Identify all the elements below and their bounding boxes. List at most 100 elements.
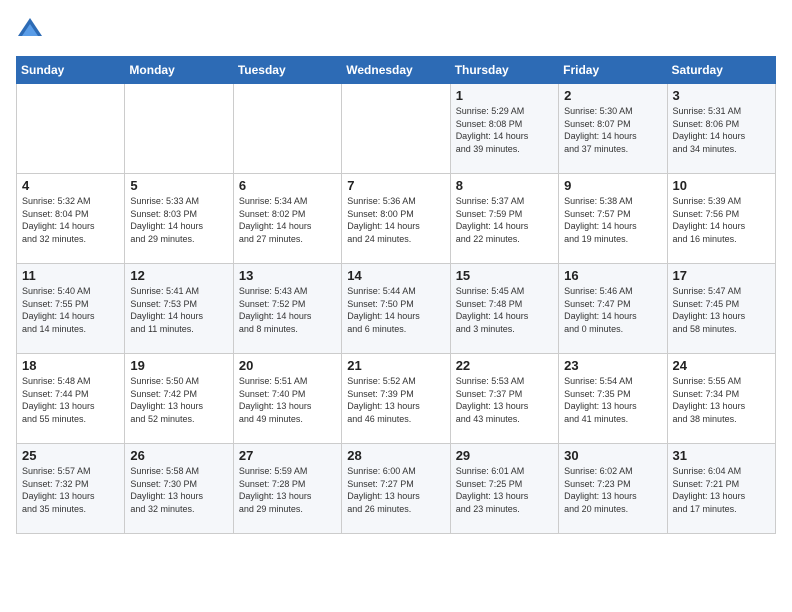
cell-info: Sunrise: 5:47 AM Sunset: 7:45 PM Dayligh… bbox=[673, 285, 770, 335]
calendar-cell: 1 Sunrise: 5:29 AM Sunset: 8:08 PM Daylig… bbox=[450, 84, 558, 174]
day-number: 5 bbox=[130, 178, 227, 193]
calendar-cell: 30Sunrise: 6:02 AM Sunset: 7:23 PM Dayli… bbox=[559, 444, 667, 534]
cell-info: Sunrise: 6:02 AM Sunset: 7:23 PM Dayligh… bbox=[564, 465, 661, 515]
day-number: 4 bbox=[22, 178, 119, 193]
calendar-cell bbox=[233, 84, 341, 174]
calendar-cell: 28 Sunrise: 6:00 AM Sunset: 7:27 PM Dayli… bbox=[342, 444, 450, 534]
day-number: 28 bbox=[347, 448, 444, 463]
cell-info: Sunrise: 5:54 AM Sunset: 7:35 PM Dayligh… bbox=[564, 375, 661, 425]
calendar-cell: 7 Sunrise: 5:36 AM Sunset: 8:00 PM Daylig… bbox=[342, 174, 450, 264]
day-number: 26 bbox=[130, 448, 227, 463]
day-number: 14 bbox=[347, 268, 444, 283]
calendar-cell: 26 Sunrise: 5:58 AM Sunset: 7:30 PM Dayli… bbox=[125, 444, 233, 534]
calendar-cell: 14 Sunrise: 5:44 AM Sunset: 7:50 PM Dayli… bbox=[342, 264, 450, 354]
cell-info: Sunrise: 5:50 AM Sunset: 7:42 PM Dayligh… bbox=[130, 375, 227, 425]
cell-info: Sunrise: 5:37 AM Sunset: 7:59 PM Dayligh… bbox=[456, 195, 553, 245]
weekday-header-monday: Monday bbox=[125, 57, 233, 84]
calendar-cell: 24 Sunrise: 5:55 AM Sunset: 7:34 PM Dayli… bbox=[667, 354, 775, 444]
logo-icon bbox=[16, 16, 44, 44]
cell-info: Sunrise: 5:58 AM Sunset: 7:30 PM Dayligh… bbox=[130, 465, 227, 515]
calendar-cell: 12 Sunrise: 5:41 AM Sunset: 7:53 PM Dayli… bbox=[125, 264, 233, 354]
weekday-header-friday: Friday bbox=[559, 57, 667, 84]
cell-info: Sunrise: 5:57 AM Sunset: 7:32 PM Dayligh… bbox=[22, 465, 119, 515]
calendar-cell: 22 Sunrise: 5:53 AM Sunset: 7:37 PM Dayli… bbox=[450, 354, 558, 444]
calendar-cell: 27 Sunrise: 5:59 AM Sunset: 7:28 PM Dayli… bbox=[233, 444, 341, 534]
day-number: 3 bbox=[673, 88, 770, 103]
day-number: 22 bbox=[456, 358, 553, 373]
day-number: 11 bbox=[22, 268, 119, 283]
calendar-cell: 18 Sunrise: 5:48 AM Sunset: 7:44 PM Dayli… bbox=[17, 354, 125, 444]
calendar-cell: 2 Sunrise: 5:30 AM Sunset: 8:07 PM Daylig… bbox=[559, 84, 667, 174]
calendar-cell: 29Sunrise: 6:01 AM Sunset: 7:25 PM Dayli… bbox=[450, 444, 558, 534]
cell-info: Sunrise: 5:51 AM Sunset: 7:40 PM Dayligh… bbox=[239, 375, 336, 425]
cell-info: Sunrise: 5:45 AM Sunset: 7:48 PM Dayligh… bbox=[456, 285, 553, 335]
calendar-cell: 6Sunrise: 5:34 AM Sunset: 8:02 PM Daylig… bbox=[233, 174, 341, 264]
calendar-cell: 21 Sunrise: 5:52 AM Sunset: 7:39 PM Dayli… bbox=[342, 354, 450, 444]
day-number: 2 bbox=[564, 88, 661, 103]
calendar-cell: 13 Sunrise: 5:43 AM Sunset: 7:52 PM Dayli… bbox=[233, 264, 341, 354]
calendar-cell bbox=[17, 84, 125, 174]
calendar-cell: 19 Sunrise: 5:50 AM Sunset: 7:42 PM Dayli… bbox=[125, 354, 233, 444]
weekday-header-wednesday: Wednesday bbox=[342, 57, 450, 84]
cell-info: Sunrise: 5:44 AM Sunset: 7:50 PM Dayligh… bbox=[347, 285, 444, 335]
day-number: 31 bbox=[673, 448, 770, 463]
calendar-cell bbox=[125, 84, 233, 174]
cell-info: Sunrise: 5:52 AM Sunset: 7:39 PM Dayligh… bbox=[347, 375, 444, 425]
cell-info: Sunrise: 6:04 AM Sunset: 7:21 PM Dayligh… bbox=[673, 465, 770, 515]
day-number: 12 bbox=[130, 268, 227, 283]
cell-info: Sunrise: 5:53 AM Sunset: 7:37 PM Dayligh… bbox=[456, 375, 553, 425]
calendar-cell: 25 Sunrise: 5:57 AM Sunset: 7:32 PM Dayli… bbox=[17, 444, 125, 534]
cell-info: Sunrise: 5:40 AM Sunset: 7:55 PM Dayligh… bbox=[22, 285, 119, 335]
logo bbox=[16, 16, 48, 44]
calendar-cell: 9Sunrise: 5:38 AM Sunset: 7:57 PM Daylig… bbox=[559, 174, 667, 264]
cell-info: Sunrise: 5:31 AM Sunset: 8:06 PM Dayligh… bbox=[673, 105, 770, 155]
cell-info: Sunrise: 5:59 AM Sunset: 7:28 PM Dayligh… bbox=[239, 465, 336, 515]
calendar-cell: 10 Sunrise: 5:39 AM Sunset: 7:56 PM Dayli… bbox=[667, 174, 775, 264]
day-number: 16 bbox=[564, 268, 661, 283]
day-number: 29 bbox=[456, 448, 553, 463]
calendar-cell: 11 Sunrise: 5:40 AM Sunset: 7:55 PM Dayli… bbox=[17, 264, 125, 354]
day-number: 13 bbox=[239, 268, 336, 283]
cell-info: Sunrise: 5:32 AM Sunset: 8:04 PM Dayligh… bbox=[22, 195, 119, 245]
cell-info: Sunrise: 5:46 AM Sunset: 7:47 PM Dayligh… bbox=[564, 285, 661, 335]
day-number: 20 bbox=[239, 358, 336, 373]
calendar-cell: 31 Sunrise: 6:04 AM Sunset: 7:21 PM Dayli… bbox=[667, 444, 775, 534]
cell-info: Sunrise: 5:55 AM Sunset: 7:34 PM Dayligh… bbox=[673, 375, 770, 425]
cell-info: Sunrise: 5:43 AM Sunset: 7:52 PM Dayligh… bbox=[239, 285, 336, 335]
day-number: 24 bbox=[673, 358, 770, 373]
calendar-cell: 4 Sunrise: 5:32 AM Sunset: 8:04 PM Daylig… bbox=[17, 174, 125, 264]
weekday-header-tuesday: Tuesday bbox=[233, 57, 341, 84]
calendar-cell bbox=[342, 84, 450, 174]
day-number: 7 bbox=[347, 178, 444, 193]
day-number: 18 bbox=[22, 358, 119, 373]
day-number: 17 bbox=[673, 268, 770, 283]
day-number: 21 bbox=[347, 358, 444, 373]
calendar-cell: 23 Sunrise: 5:54 AM Sunset: 7:35 PM Dayli… bbox=[559, 354, 667, 444]
calendar-cell: 3 Sunrise: 5:31 AM Sunset: 8:06 PM Daylig… bbox=[667, 84, 775, 174]
weekday-header-thursday: Thursday bbox=[450, 57, 558, 84]
cell-info: Sunrise: 5:36 AM Sunset: 8:00 PM Dayligh… bbox=[347, 195, 444, 245]
cell-info: Sunrise: 5:39 AM Sunset: 7:56 PM Dayligh… bbox=[673, 195, 770, 245]
day-number: 25 bbox=[22, 448, 119, 463]
weekday-header-saturday: Saturday bbox=[667, 57, 775, 84]
day-number: 6 bbox=[239, 178, 336, 193]
weekday-header-sunday: Sunday bbox=[17, 57, 125, 84]
cell-info: Sunrise: 5:29 AM Sunset: 8:08 PM Dayligh… bbox=[456, 105, 553, 155]
cell-info: Sunrise: 5:41 AM Sunset: 7:53 PM Dayligh… bbox=[130, 285, 227, 335]
calendar-cell: 15Sunrise: 5:45 AM Sunset: 7:48 PM Dayli… bbox=[450, 264, 558, 354]
day-number: 27 bbox=[239, 448, 336, 463]
day-number: 1 bbox=[456, 88, 553, 103]
cell-info: Sunrise: 5:30 AM Sunset: 8:07 PM Dayligh… bbox=[564, 105, 661, 155]
day-number: 23 bbox=[564, 358, 661, 373]
calendar-cell: 17 Sunrise: 5:47 AM Sunset: 7:45 PM Dayli… bbox=[667, 264, 775, 354]
cell-info: Sunrise: 5:48 AM Sunset: 7:44 PM Dayligh… bbox=[22, 375, 119, 425]
calendar-cell: 8 Sunrise: 5:37 AM Sunset: 7:59 PM Daylig… bbox=[450, 174, 558, 264]
calendar-cell: 5Sunrise: 5:33 AM Sunset: 8:03 PM Daylig… bbox=[125, 174, 233, 264]
cell-info: Sunrise: 6:00 AM Sunset: 7:27 PM Dayligh… bbox=[347, 465, 444, 515]
day-number: 10 bbox=[673, 178, 770, 193]
day-number: 19 bbox=[130, 358, 227, 373]
day-number: 8 bbox=[456, 178, 553, 193]
page-header bbox=[16, 16, 776, 44]
calendar-table: SundayMondayTuesdayWednesdayThursdayFrid… bbox=[16, 56, 776, 534]
calendar-cell: 20 Sunrise: 5:51 AM Sunset: 7:40 PM Dayli… bbox=[233, 354, 341, 444]
